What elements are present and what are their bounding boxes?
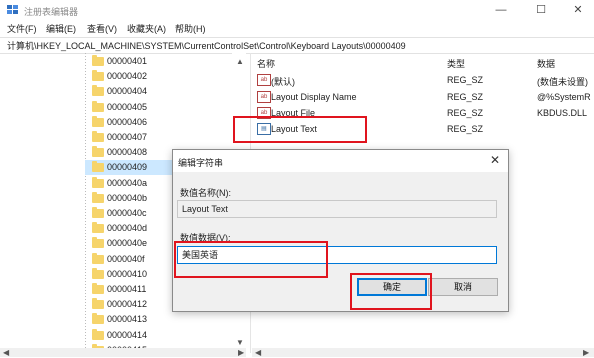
string-value-icon: ab xyxy=(257,91,271,103)
tree-item-label: 00000412 xyxy=(107,299,148,310)
value-name-label: 数值名称(N): xyxy=(180,188,231,198)
tree-item[interactable]: 00000406 xyxy=(85,115,240,130)
folder-icon xyxy=(92,85,104,97)
tree-item[interactable]: 00000414 xyxy=(85,328,240,343)
tree-item-label: 00000413 xyxy=(107,314,148,325)
value-name-field[interactable]: Layout Text xyxy=(177,200,497,218)
layout-text-callout xyxy=(233,116,367,143)
column-name[interactable]: 名称 xyxy=(257,57,275,70)
folder-icon xyxy=(92,237,104,249)
scroll-right-icon[interactable]: ▶ xyxy=(583,348,589,357)
tree-item-label: 00000404 xyxy=(107,86,148,97)
list-horizontal-scrollbar[interactable] xyxy=(252,348,594,357)
tree-item-label: 0000040b xyxy=(107,192,148,203)
scroll-right-icon[interactable]: ▶ xyxy=(238,348,244,357)
folder-icon xyxy=(92,252,104,264)
folder-icon xyxy=(92,55,104,66)
tree-item[interactable]: 00000404 xyxy=(85,84,240,99)
menu-file[interactable]: 文件(F) xyxy=(7,22,37,35)
folder-icon xyxy=(92,131,104,142)
tree-horizontal-scrollbar[interactable] xyxy=(0,348,246,357)
tree-item[interactable]: 00000402 xyxy=(85,69,240,84)
folder-icon xyxy=(92,70,104,82)
window-title: 注册表编辑器 xyxy=(24,7,79,17)
tree-item-label: 00000414 xyxy=(107,329,148,340)
maximize-button[interactable]: ☐ xyxy=(531,2,551,18)
dialog-title: 编辑字符串 xyxy=(178,158,224,168)
value-type: REG_SZ xyxy=(447,92,484,102)
folder-icon xyxy=(92,100,104,112)
scroll-left-icon[interactable]: ◀ xyxy=(3,348,9,357)
menu-help[interactable]: 帮助(H) xyxy=(175,22,206,35)
value-data-callout xyxy=(174,241,328,278)
tree-item-label: 00000402 xyxy=(107,71,148,82)
value-data: @%SystemR xyxy=(537,92,591,102)
folder-icon xyxy=(92,298,104,310)
menu-view[interactable]: 查看(V) xyxy=(87,22,117,35)
tree-item-label: 00000409 xyxy=(107,162,148,173)
tree-item[interactable]: 00000407 xyxy=(85,130,240,145)
scroll-left-icon[interactable]: ◀ xyxy=(255,348,261,357)
tree-item-label: 00000410 xyxy=(107,268,148,279)
tree-item-label: 0000040a xyxy=(107,177,148,188)
menu-favorites[interactable]: 收藏夹(A) xyxy=(127,22,166,35)
dialog-titlebar xyxy=(173,150,508,172)
value-type: REG_SZ xyxy=(447,124,484,134)
tree-item[interactable]: 00000405 xyxy=(85,100,240,115)
tree-item-label: 0000040d xyxy=(107,223,148,234)
close-button[interactable]: ✕ xyxy=(568,2,588,18)
folder-icon xyxy=(92,283,104,294)
folder-icon xyxy=(92,161,104,173)
value-name[interactable]: (默认) xyxy=(271,75,295,88)
menu-edit[interactable]: 编辑(E) xyxy=(46,22,76,35)
tree-item-label: 00000407 xyxy=(107,132,148,142)
column-data[interactable]: 数据 xyxy=(537,57,555,70)
scroll-up-icon[interactable]: ▲ xyxy=(236,57,244,66)
folder-icon xyxy=(92,267,104,279)
folder-icon xyxy=(92,191,104,203)
folder-icon xyxy=(92,313,104,325)
column-type[interactable]: 类型 xyxy=(447,57,465,70)
value-data: KBDUS.DLL xyxy=(537,108,588,118)
tree-item[interactable]: 00000413 xyxy=(85,312,240,327)
scroll-down-icon[interactable]: ▼ xyxy=(236,338,244,347)
value-type: REG_SZ xyxy=(447,75,484,85)
value-name[interactable]: Layout Display Name xyxy=(271,92,357,102)
minimize-button[interactable]: — xyxy=(491,2,511,18)
tree-item-label: 00000406 xyxy=(107,116,148,127)
tree-item-label: 0000040c xyxy=(107,208,147,218)
tree-item-label: 0000040e xyxy=(107,238,148,249)
folder-icon xyxy=(92,176,104,188)
tree-item-label: 00000401 xyxy=(107,56,148,66)
ok-button-callout xyxy=(350,273,432,310)
cancel-button[interactable]: 取消 xyxy=(428,278,498,296)
folder-icon xyxy=(92,115,104,127)
value-type: REG_SZ xyxy=(447,108,484,118)
tree-item-label: 0000040f xyxy=(107,253,145,264)
value-data: (数值未设置) xyxy=(537,77,588,87)
folder-icon xyxy=(92,146,104,158)
folder-icon xyxy=(92,222,104,234)
tree-item-label: 00000405 xyxy=(107,101,148,112)
dialog-close-button[interactable]: ✕ xyxy=(487,152,503,168)
tree-item-label: 00000411 xyxy=(107,284,147,294)
string-value-icon: ab xyxy=(257,74,271,86)
tree-item-label: 00000408 xyxy=(107,147,148,158)
folder-icon xyxy=(92,328,104,340)
address-path[interactable]: 计算机\HKEY_LOCAL_MACHINE\SYSTEM\CurrentCon… xyxy=(7,39,406,52)
folder-icon xyxy=(92,207,104,218)
tree-item[interactable]: 00000401 xyxy=(85,54,240,69)
registry-editor-icon xyxy=(7,5,18,14)
